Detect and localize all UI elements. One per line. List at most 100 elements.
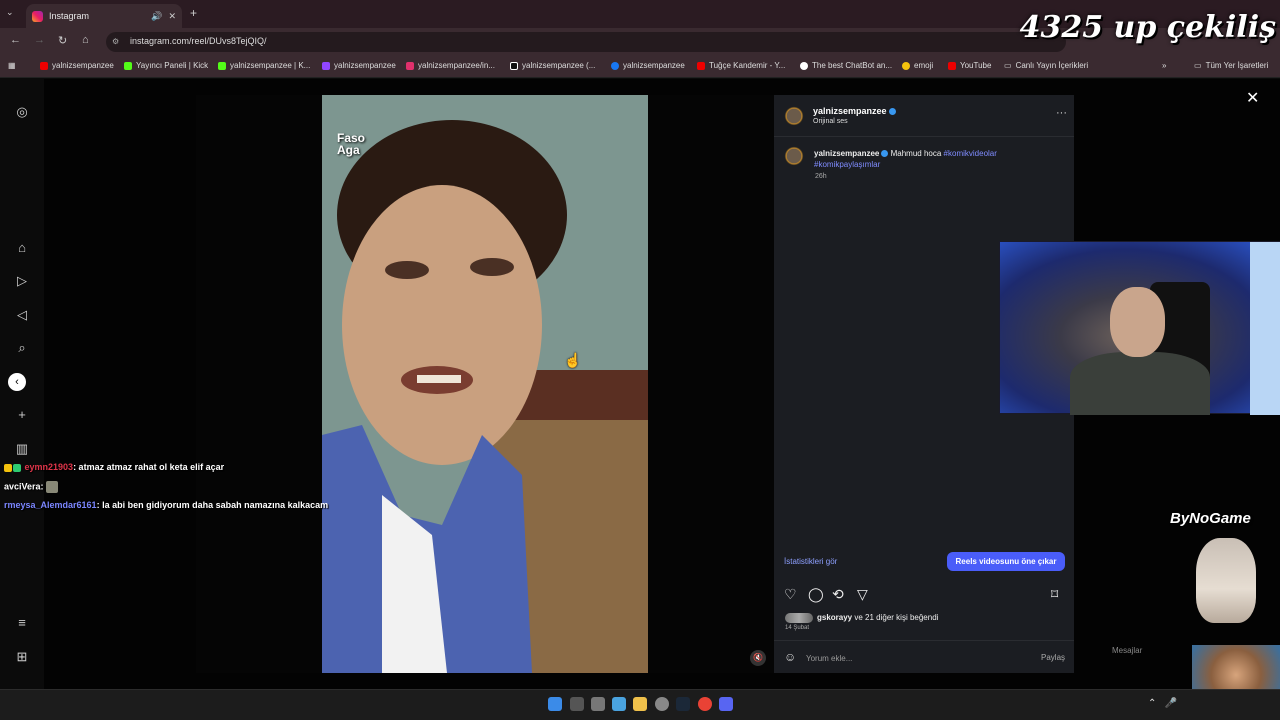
like-icon[interactable]: ♡ [784, 586, 797, 603]
create-icon[interactable]: + [14, 407, 30, 423]
chat-message: rmeysa_Alemdar6161: la abi ben gidiyorum… [4, 500, 329, 510]
view-insights-link[interactable]: İstatistikleri gör [784, 557, 837, 566]
widgets-icon[interactable] [612, 697, 626, 711]
all-bookmarks-folder[interactable]: ▭ Tüm Yer İşaretleri [1194, 61, 1268, 70]
sponsor-logo: ByNoGame [1170, 510, 1251, 527]
webcam-overlay [999, 241, 1280, 415]
tab-instagram[interactable]: Instagram 🔊 ✕ [26, 4, 182, 28]
forward-icon[interactable]: → [34, 34, 45, 46]
repost-icon[interactable]: ⟲ [832, 586, 844, 603]
likes-summary[interactable]: gskorayy ve 21 diğer kişi beğendi [817, 613, 938, 622]
verified-icon [888, 108, 896, 116]
youtube-icon [40, 61, 48, 70]
bookmark-item[interactable]: yalnizsempanzee [611, 61, 685, 70]
boost-reel-button[interactable]: Reels videosunu öne çıkar [947, 552, 1065, 571]
menu-icon[interactable]: ≡ [14, 615, 30, 631]
file-explorer-icon[interactable] [633, 697, 647, 711]
close-icon[interactable]: ✕ [1246, 88, 1259, 108]
youtube-icon [697, 61, 705, 70]
comment-input[interactable] [806, 652, 1026, 664]
tab-search-icon[interactable]: ⌄ [6, 7, 14, 18]
instagram-icon [406, 61, 414, 70]
hashtag[interactable]: #komikvideolar [944, 149, 997, 158]
badge-icon [4, 463, 12, 472]
discord-icon[interactable] [719, 697, 733, 711]
share-icon[interactable]: ▽ [857, 586, 868, 603]
emoji-icon [902, 61, 910, 70]
post-caption: yalnizsempanzee Mahmud hoca #komikvideol… [814, 148, 1064, 170]
home-icon[interactable]: ⌂ [82, 34, 89, 46]
cat-sticker [1196, 538, 1256, 623]
post-date: 14 Şubat [785, 625, 810, 631]
divider [774, 640, 1074, 641]
twitch-icon [322, 61, 330, 70]
comment-icon[interactable]: ◯ [808, 586, 824, 603]
kick-icon [218, 61, 226, 70]
mute-toggle-icon[interactable]: 🔇 [750, 650, 766, 666]
emoji-icon[interactable]: ☺ [784, 650, 796, 664]
audio-label[interactable]: Orijinal ses [813, 118, 848, 125]
avatar[interactable] [783, 145, 805, 167]
kick-icon [124, 61, 132, 70]
verified-icon [881, 150, 889, 158]
messages-widget[interactable]: Mesajlar [1112, 646, 1142, 655]
bookmark-folder[interactable]: ▭ Canlı Yayın İçerikleri [1004, 61, 1088, 70]
bookmark-item[interactable]: Yayıncı Paneli | Kick [124, 61, 208, 70]
more-bookmarks-icon[interactable]: » [1162, 61, 1166, 70]
dashboard-icon[interactable]: ▥ [14, 441, 30, 457]
mouse-cursor-icon: ☝ [564, 352, 582, 368]
apps-icon[interactable]: ▦ [8, 61, 16, 70]
reels-icon[interactable]: ▷ [14, 273, 30, 289]
bookmark-item[interactable]: yalnizsempanzee [40, 61, 114, 70]
settings-icon[interactable] [655, 697, 669, 711]
search-icon[interactable] [570, 697, 584, 711]
reload-icon[interactable]: ↻ [58, 34, 67, 47]
meta-icon[interactable]: ⊞ [14, 649, 30, 665]
chatbot-icon [800, 61, 808, 70]
messages-icon[interactable]: ◁ [14, 307, 30, 323]
caption-text: Mahmud hoca [890, 149, 942, 158]
instagram-favicon-icon [32, 10, 43, 22]
search-icon[interactable]: ⌕ [14, 340, 30, 356]
reel-video[interactable] [322, 95, 648, 673]
collapse-arrow-icon[interactable]: ‹ [8, 373, 26, 391]
back-icon[interactable]: ← [10, 34, 21, 46]
start-icon[interactable] [548, 697, 562, 711]
divider [774, 136, 1074, 137]
tab-title: Instagram [49, 11, 90, 21]
post-username[interactable]: yalnizsempanzee [813, 106, 896, 116]
facebook-icon [611, 61, 619, 70]
bookmark-item[interactable]: yalnizsempanzee/in... [406, 61, 495, 70]
save-icon[interactable]: ⌑ [1051, 586, 1058, 603]
bookmark-item[interactable]: The best ChatBot an... [800, 61, 892, 70]
home-icon[interactable]: ⌂ [14, 240, 30, 256]
task-view-icon[interactable] [591, 697, 605, 711]
avatar[interactable] [783, 105, 805, 127]
caption-username[interactable]: yalnizsempanzee [814, 149, 879, 158]
bookmark-item[interactable]: YouTube [948, 61, 991, 70]
liker-avatars[interactable] [785, 613, 813, 623]
caption-time: 26h [815, 173, 827, 180]
hashtag[interactable]: #komikpaylaşımlar [814, 160, 880, 169]
system-tray[interactable]: ⌃ 🎤 [1148, 698, 1177, 709]
stream-overlay-title: 4325 up çekiliş [1019, 10, 1276, 45]
folder-icon: ▭ [1004, 61, 1012, 70]
more-options-icon[interactable]: ··· [1056, 107, 1067, 119]
new-tab-button[interactable]: + [190, 6, 197, 20]
tab-close-icon[interactable]: ✕ [168, 11, 176, 22]
url-field[interactable]: instagram.com/reel/DUvs8TejQIQ/ [106, 32, 1066, 52]
bookmark-item[interactable]: yalnizsempanzee (... [510, 61, 595, 70]
bookmark-item[interactable]: yalnizsempanzee [322, 61, 396, 70]
steam-icon[interactable] [676, 697, 690, 711]
post-comment-button[interactable]: Paylaş [1041, 653, 1065, 662]
folder-icon: ▭ [1194, 61, 1202, 70]
instagram-logo-icon[interactable]: ◎ [14, 104, 30, 120]
speaker-icon[interactable]: 🔊 [151, 11, 162, 22]
chrome-icon[interactable] [698, 697, 712, 711]
bookmark-item[interactable]: emoji [902, 61, 933, 70]
bookmark-item[interactable]: yalnizsempanzee | K... [218, 61, 310, 70]
site-info-icon[interactable]: ⚙ [112, 37, 119, 46]
bookmark-item[interactable]: Tuğçe Kandemir - Y... [697, 61, 785, 70]
chat-message: avciVera: [4, 481, 59, 493]
emote-icon [46, 481, 59, 493]
